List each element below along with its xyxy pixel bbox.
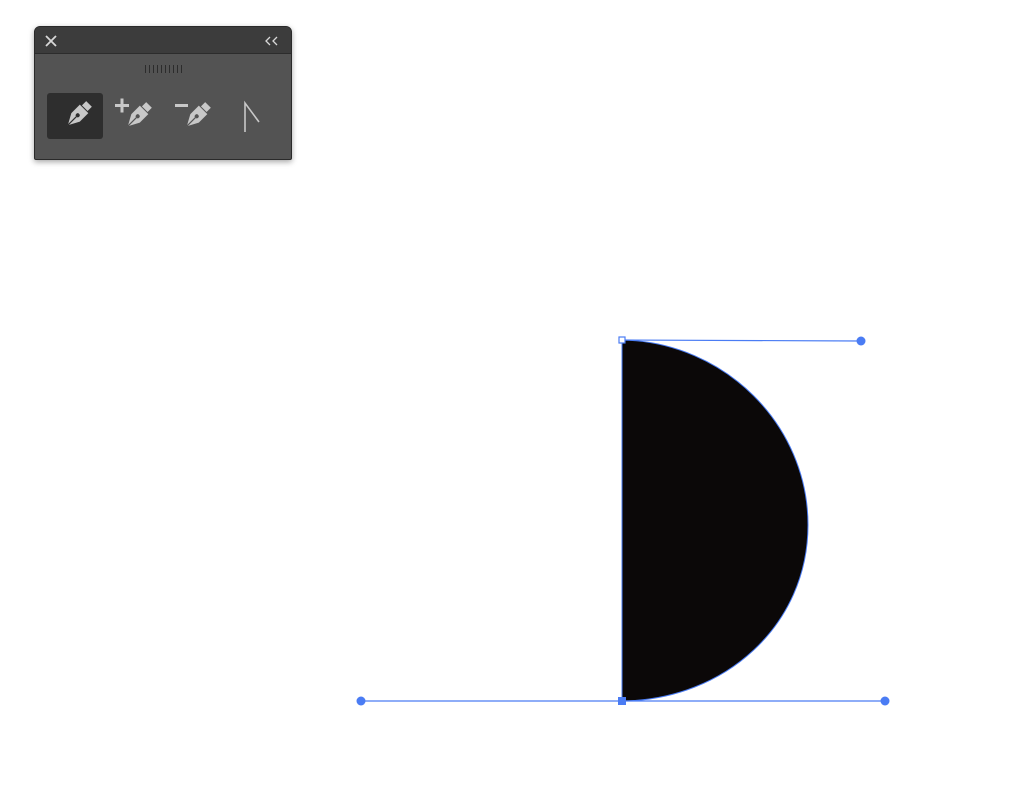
- pen-minus-icon: [175, 102, 211, 127]
- add-anchor-point-tool-button[interactable]: [106, 93, 162, 139]
- top-direction-handle[interactable]: [856, 336, 866, 346]
- top-anchor-point[interactable]: [618, 336, 626, 344]
- pen-plus-icon: [115, 98, 152, 127]
- bottom-right-direction-handle[interactable]: [880, 696, 890, 706]
- panel-titlebar[interactable]: [35, 27, 291, 54]
- collapse-chevrons-icon[interactable]: [263, 33, 281, 49]
- pen-icon: [67, 101, 92, 126]
- anchor-point-tool-button[interactable]: [225, 93, 281, 139]
- delete-anchor-point-tool-button[interactable]: [165, 93, 221, 139]
- close-icon[interactable]: [43, 33, 59, 49]
- pen-tools-panel[interactable]: [34, 26, 292, 160]
- half-circle-shape[interactable]: [621, 339, 809, 702]
- top-direction-line: [621, 339, 862, 342]
- artboard-canvas[interactable]: [0, 0, 1018, 792]
- bottom-left-direction-handle[interactable]: [356, 696, 366, 706]
- convert-anchor-icon: [244, 100, 260, 132]
- drag-grip-icon[interactable]: [143, 60, 183, 73]
- pen-tool-button[interactable]: [47, 93, 103, 139]
- tool-row: [45, 93, 281, 139]
- bottom-anchor-point[interactable]: [618, 697, 626, 705]
